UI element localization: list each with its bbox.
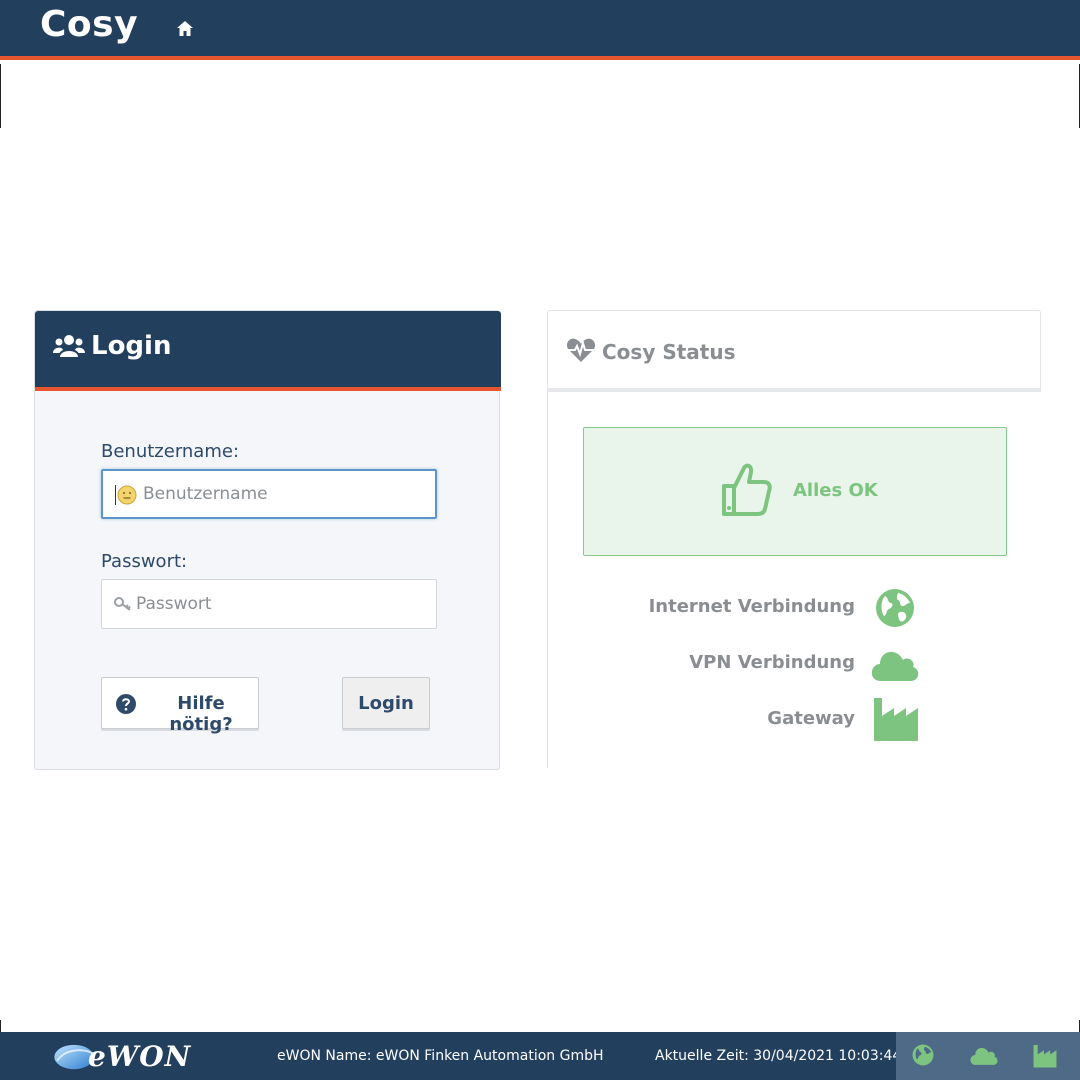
status-ok-text: Alles OK: [793, 480, 878, 501]
footer-factory-icon[interactable]: [1032, 1044, 1058, 1068]
footer-bar: eWON eWON Name: eWON Finken Automation G…: [0, 1032, 1080, 1080]
status-panel-header: Cosy Status: [547, 310, 1041, 392]
status-ok-box: Alles OK: [583, 427, 1007, 556]
gateway-label: Gateway: [767, 708, 855, 729]
thumbs-up-icon: [722, 463, 772, 516]
factory-icon: [874, 698, 918, 741]
text-caret: [115, 485, 116, 505]
status-panel-border: [547, 392, 548, 768]
footer-frame-left: [0, 1020, 1, 1032]
help-button[interactable]: Hilfe nötig?: [101, 677, 259, 735]
password-label: Passwort:: [101, 551, 188, 572]
username-input[interactable]: [143, 471, 433, 517]
username-label: Benutzername:: [101, 441, 240, 462]
footer-globe-icon[interactable]: [912, 1044, 934, 1066]
ewon-name-text: eWON Name: eWON Finken Automation GmbH: [277, 1048, 604, 1064]
heartbeat-icon: [566, 338, 596, 362]
help-button-label: Hilfe nötig?: [169, 693, 233, 735]
cloud-icon: [871, 651, 919, 681]
question-circle-icon: [116, 694, 136, 714]
status-panel: Cosy Status Alles OK Internet Verbindung…: [547, 310, 1041, 770]
password-input[interactable]: [136, 580, 426, 628]
key-icon: [114, 597, 131, 611]
globe-icon: [876, 589, 914, 627]
status-title: Cosy Status: [602, 340, 736, 364]
brand-logo[interactable]: Cosy: [40, 4, 138, 45]
footer-cloud-icon[interactable]: [970, 1044, 998, 1066]
login-title: Login: [91, 331, 172, 361]
password-field[interactable]: [101, 579, 437, 629]
ewon-logo: eWON: [52, 1040, 206, 1073]
user-face-icon: [117, 485, 137, 505]
footer-status-icons: [896, 1032, 1080, 1080]
ewon-logo-text: eWON: [88, 1040, 192, 1073]
login-panel: Login Benutzername: Passwort: Hilfe nöti…: [34, 310, 501, 770]
users-icon: [53, 335, 85, 357]
internet-connection-label: Internet Verbindung: [648, 596, 855, 617]
login-button-label: Login: [358, 693, 414, 714]
frame-border-left: [0, 64, 1, 128]
top-navbar: Cosy: [0, 0, 1080, 60]
home-icon[interactable]: [176, 20, 194, 38]
current-time-text: Aktuelle Zeit: 30/04/2021 10:03:44: [655, 1048, 902, 1064]
vpn-connection-label: VPN Verbindung: [689, 652, 855, 673]
login-button[interactable]: Login: [342, 677, 430, 729]
username-field[interactable]: [101, 469, 437, 519]
login-panel-header: Login: [35, 311, 501, 391]
